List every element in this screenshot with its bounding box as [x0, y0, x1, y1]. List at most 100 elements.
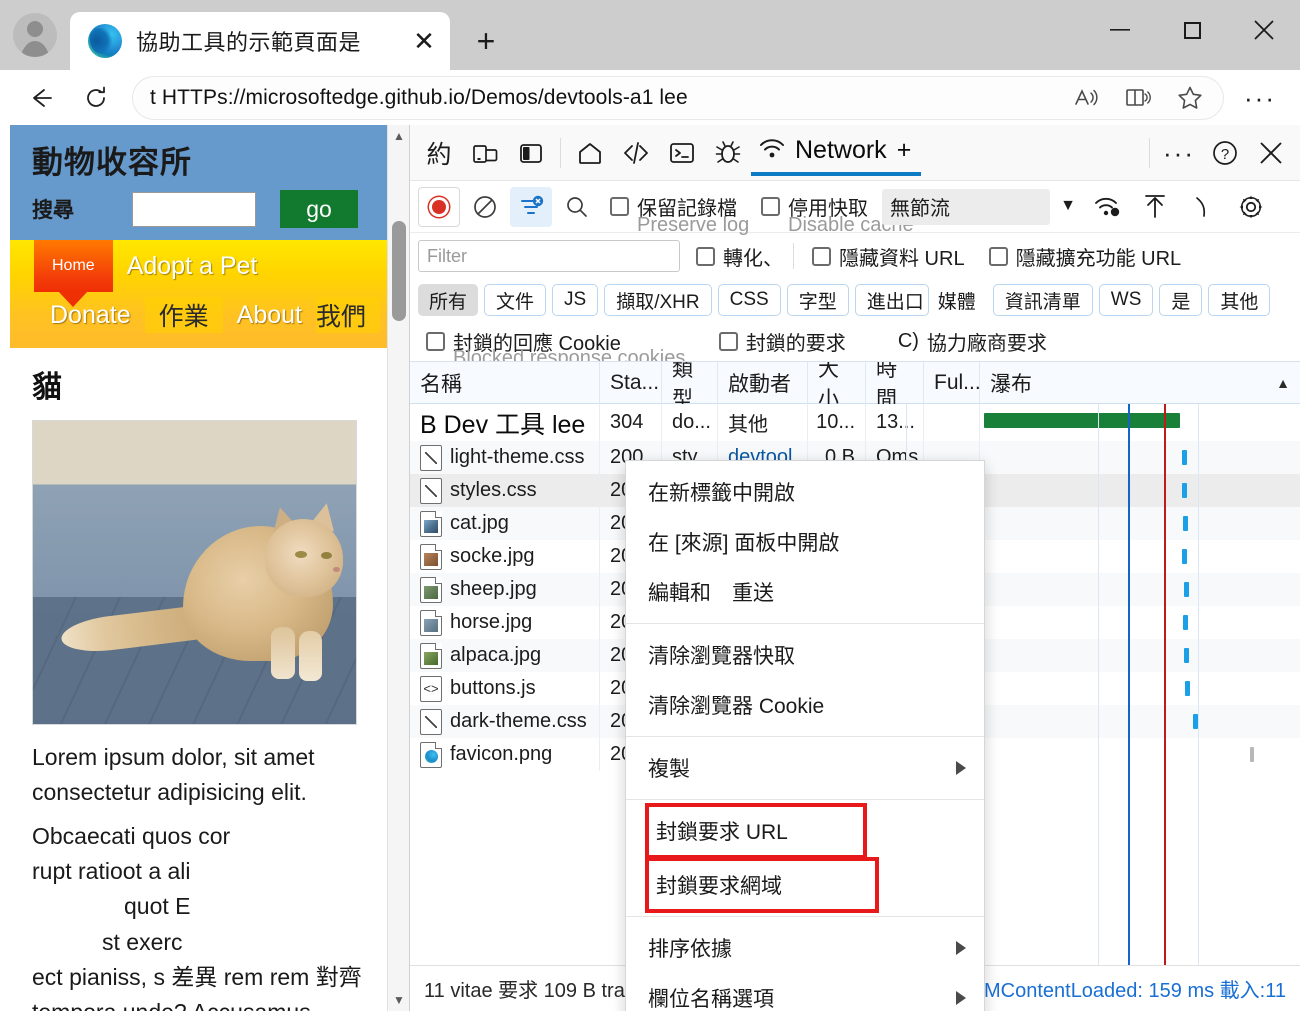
- chip-doc[interactable]: 文件: [484, 284, 547, 316]
- browser-tab[interactable]: 協助工具的示範頁面是 ✕: [70, 12, 450, 70]
- help-icon[interactable]: ?: [1202, 130, 1248, 176]
- minimize-button[interactable]: [1084, 0, 1156, 60]
- clear-icon[interactable]: [462, 184, 508, 230]
- devtools-more-button[interactable]: ···: [1156, 130, 1202, 176]
- scroll-down-arrow-icon[interactable]: ▼: [388, 989, 409, 1011]
- context-menu-item[interactable]: 清除瀏覽器快取: [626, 630, 984, 680]
- column-header-type[interactable]: 類型: [662, 362, 718, 404]
- new-tab-button[interactable]: +: [462, 17, 510, 65]
- search-input[interactable]: [132, 191, 256, 227]
- home-icon[interactable]: [567, 130, 613, 176]
- sort-arrow-icon[interactable]: ▲: [1276, 375, 1290, 391]
- import-har-icon[interactable]: [1132, 184, 1178, 230]
- chip-fetch-xhr[interactable]: 擷取/XHR: [604, 284, 712, 316]
- filter-remove-icon[interactable]: [510, 186, 552, 227]
- context-menu-item[interactable]: 複製: [626, 743, 984, 793]
- hide-extension-urls-checkbox-group[interactable]: 隱藏擴充功能 URL: [988, 242, 1181, 271]
- url-bar[interactable]: t HTTPs://microsoftedge.github.io/Demos/…: [132, 75, 1224, 120]
- chip-manifest[interactable]: 資訊清單: [992, 284, 1093, 316]
- context-menu-item[interactable]: 在新標籤中開啟: [626, 467, 984, 517]
- context-menu-item[interactable]: 編輯和 重送: [626, 567, 984, 617]
- search-go-button[interactable]: go: [280, 190, 358, 228]
- read-aloud-icon[interactable]: [1060, 76, 1112, 120]
- nav-item-about[interactable]: About: [223, 301, 316, 330]
- context-menu-item[interactable]: 封鎖要求 URL: [645, 803, 867, 859]
- column-header-status[interactable]: Sta...: [600, 362, 662, 404]
- reload-button[interactable]: [68, 74, 124, 122]
- column-header-fulfilled[interactable]: Ful...: [924, 362, 980, 404]
- network-conditions-icon[interactable]: [1084, 184, 1130, 230]
- blocked-requests-group[interactable]: 封鎖的要求: [718, 327, 846, 356]
- chip-img[interactable]: 進出口: [854, 284, 929, 316]
- preserve-log-checkbox-group[interactable]: 保留記錄檔 Preserve log: [610, 192, 749, 236]
- close-window-button[interactable]: [1228, 0, 1300, 60]
- record-stop-icon[interactable]: [418, 186, 460, 227]
- scroll-up-arrow-icon[interactable]: ▲: [388, 125, 409, 147]
- title-bar: 協助工具的示範頁面是 ✕ +: [0, 0, 1300, 70]
- browser-settings-button[interactable]: ···: [1232, 74, 1288, 122]
- column-header-name[interactable]: 名稱: [410, 362, 600, 404]
- dock-side-icon[interactable]: [508, 130, 554, 176]
- hide-data-urls-checkbox-group[interactable]: 隱藏資料 URL: [812, 242, 965, 271]
- column-header-size[interactable]: 大小: [808, 362, 866, 404]
- about-label[interactable]: 約: [416, 130, 462, 176]
- nav-item-donate[interactable]: Donate: [36, 301, 145, 330]
- page-scrollbar[interactable]: ▲ ▼: [387, 125, 409, 1011]
- context-menu-item[interactable]: 清除瀏覽器 Cookie: [626, 680, 984, 730]
- back-button[interactable]: [12, 74, 68, 122]
- search-icon[interactable]: [554, 184, 600, 230]
- elements-code-icon[interactable]: [613, 130, 659, 176]
- throttle-select[interactable]: 無節流 ▼: [882, 188, 1076, 225]
- hide-extension-urls-checkbox[interactable]: [988, 246, 1008, 266]
- column-header-initiator[interactable]: 啟動者: [718, 362, 808, 404]
- chip-font[interactable]: 字型: [786, 284, 849, 316]
- filter-input[interactable]: Filter: [418, 240, 680, 272]
- gear-icon[interactable]: [1228, 184, 1274, 230]
- profile-button[interactable]: [0, 0, 70, 70]
- tab-network[interactable]: Network +: [751, 130, 922, 176]
- debugger-bug-icon[interactable]: [705, 130, 751, 176]
- blocked-response-cookies-group[interactable]: 封鎖的回應 Cookie Blocked response cookies: [426, 327, 685, 369]
- chip-wasm[interactable]: 是: [1159, 284, 1203, 316]
- nav-item-volunteer[interactable]: 作業: [144, 297, 223, 333]
- chip-other[interactable]: 其他: [1208, 284, 1271, 316]
- scrollbar-thumb[interactable]: [392, 221, 406, 321]
- hide-data-urls-checkbox[interactable]: [812, 246, 831, 266]
- page-paragraph-line: consectetur adipisicing elit.: [32, 779, 307, 806]
- device-emulation-icon[interactable]: [462, 130, 508, 176]
- js-icon: <>: [420, 675, 442, 702]
- invert-checkbox[interactable]: [696, 246, 715, 266]
- chip-css[interactable]: CSS: [717, 284, 781, 316]
- chip-media[interactable]: 媒體: [927, 284, 987, 316]
- chip-ws[interactable]: WS: [1098, 284, 1154, 316]
- export-har-icon[interactable]: [1180, 184, 1226, 230]
- context-menu-item[interactable]: 封鎖要求網域: [645, 857, 879, 913]
- context-menu-item[interactable]: 在 [來源] 面板中開啟: [626, 517, 984, 567]
- tab-close-button[interactable]: ✕: [404, 21, 444, 61]
- nav-item-home[interactable]: Home: [34, 240, 113, 292]
- chevron-down-icon[interactable]: ▼: [1060, 197, 1076, 215]
- disable-cache-checkbox-group[interactable]: 停用快取 Disable cache: [761, 192, 914, 236]
- nav-item-adopt[interactable]: Adopt a Pet: [113, 252, 272, 281]
- blocked-requests-checkbox[interactable]: [718, 331, 738, 351]
- third-party-requests-group[interactable]: C) 協力廠商要求: [898, 327, 1047, 356]
- nav-item-about-us[interactable]: 我們: [315, 297, 380, 333]
- preserve-log-checkbox[interactable]: [610, 197, 629, 216]
- chip-all[interactable]: 所有: [418, 284, 479, 316]
- network-context-menu[interactable]: 在新標籤中開啟在 [來源] 面板中開啟 編輯和 重送 清除瀏覽器快取 清除瀏覽器 Co…: [625, 460, 985, 1011]
- add-panel-button[interactable]: +: [897, 136, 912, 165]
- immersive-reader-icon[interactable]: [1112, 76, 1164, 120]
- table-row[interactable]: B Dev 工具 lee 304 do... 其他 10... 13...: [410, 404, 1300, 441]
- favorite-star-icon[interactable]: [1164, 76, 1216, 120]
- context-menu-item[interactable]: 欄位名稱選項: [626, 973, 984, 1011]
- console-icon[interactable]: [659, 130, 705, 176]
- invert-checkbox-group[interactable]: 轉化、: [696, 242, 783, 271]
- devtools-close-icon[interactable]: [1248, 130, 1294, 176]
- blocked-response-cookies-checkbox[interactable]: [426, 331, 445, 351]
- column-header-time[interactable]: 時間: [866, 362, 924, 404]
- disable-cache-checkbox[interactable]: [761, 197, 780, 216]
- chip-js[interactable]: JS: [552, 284, 599, 316]
- maximize-button[interactable]: [1156, 0, 1228, 60]
- context-menu-item[interactable]: 排序依據: [626, 923, 984, 973]
- column-header-waterfall[interactable]: 瀑布 ▲: [980, 362, 1300, 404]
